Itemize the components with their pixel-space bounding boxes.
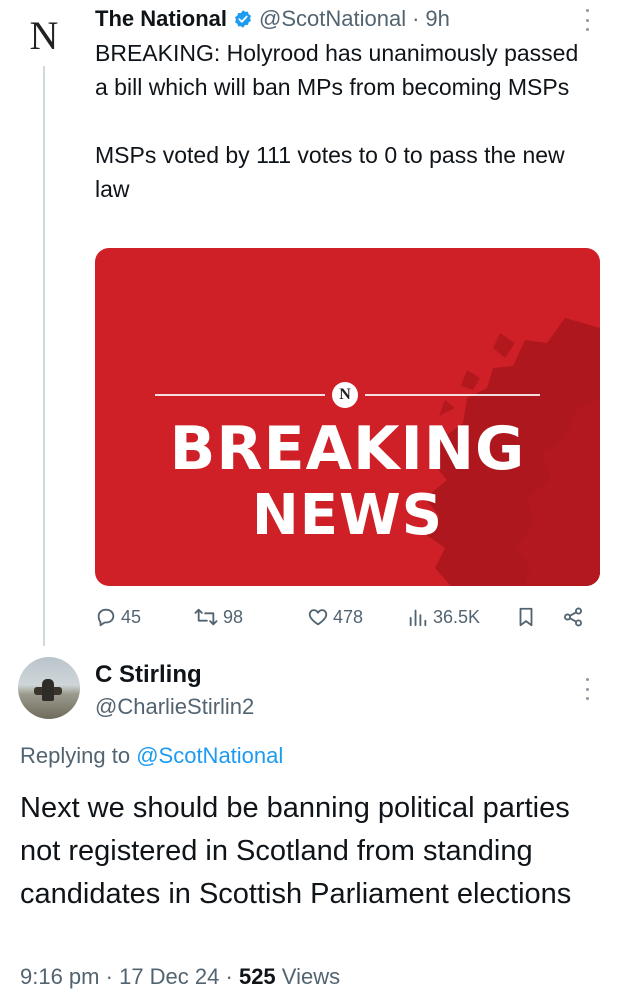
post-date[interactable]: 17 Dec 24: [119, 964, 219, 989]
divider-line: [365, 394, 540, 396]
separator: ·: [105, 964, 113, 989]
logo-badge: N: [332, 382, 358, 408]
media-image[interactable]: N BREAKING NEWS: [95, 248, 600, 586]
divider-line: [155, 394, 325, 396]
reply-icon: [97, 608, 115, 627]
avatar[interactable]: [18, 657, 80, 719]
tweet-paragraph: MSPs voted by 111 votes to 0 to pass the…: [95, 142, 565, 202]
handle[interactable]: @CharlieStirlin2: [95, 692, 254, 722]
bookmark-button[interactable]: [515, 600, 537, 634]
tweet-meta: 9:16 pm · 17 Dec 24 · 525 Views: [20, 962, 340, 992]
like-count: 478: [333, 606, 364, 627]
avatar-figure: [42, 679, 54, 701]
headline-line: NEWS: [251, 483, 444, 548]
views-label: Views: [281, 964, 341, 989]
reply-button[interactable]: 45: [95, 600, 141, 634]
post-time[interactable]: 9:16 pm: [20, 964, 100, 989]
tweet-text: BREAKING: Holyrood has unanimously passe…: [95, 36, 595, 206]
avatar[interactable]: N: [22, 14, 66, 58]
timestamp[interactable]: 9h: [425, 4, 449, 34]
replying-to-link[interactable]: @ScotNational: [136, 743, 283, 768]
views-button[interactable]: 36.5K: [407, 600, 480, 634]
more-icon[interactable]: [584, 9, 590, 31]
display-name[interactable]: The National: [95, 4, 227, 34]
action-bar: 45 98 478 36.5K: [95, 600, 595, 634]
like-icon: [308, 609, 328, 626]
avatar-letter: N: [29, 13, 59, 58]
thread-line: [43, 66, 45, 646]
more-icon[interactable]: [584, 678, 590, 700]
headline-line: BREAKING: [169, 414, 526, 484]
display-name[interactable]: C Stirling: [95, 660, 202, 690]
handle[interactable]: @ScotNational: [259, 4, 406, 34]
verified-icon: [235, 10, 251, 28]
share-button[interactable]: [561, 600, 585, 634]
share-icon: [564, 607, 582, 627]
replying-to: Replying to @ScotNational: [20, 741, 283, 771]
retweet-icon: [194, 608, 218, 626]
reply-count: 45: [121, 606, 142, 627]
retweet-count: 98: [223, 606, 244, 627]
replying-prefix: Replying to: [20, 743, 131, 768]
tweet-paragraph: BREAKING: Holyrood has unanimously passe…: [95, 40, 579, 100]
views-count: 525: [238, 964, 276, 989]
retweet-button[interactable]: 98: [193, 600, 243, 634]
bookmark-icon: [519, 607, 533, 627]
like-button[interactable]: 478: [307, 600, 363, 634]
separator: ·: [412, 6, 420, 31]
reply-text: Next we should be banning political part…: [20, 792, 572, 910]
tweet-header: The National @ScotNational · 9h: [95, 4, 578, 34]
separator: ·: [225, 964, 233, 989]
views-count: 36.5K: [433, 606, 481, 627]
views-icon: [409, 609, 427, 627]
